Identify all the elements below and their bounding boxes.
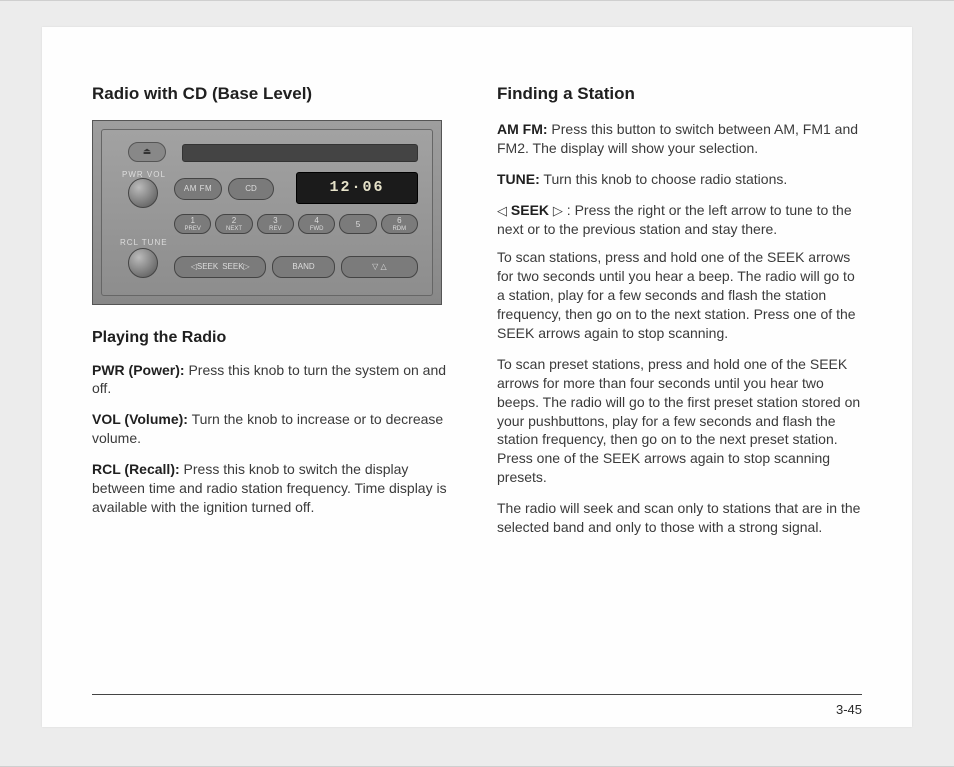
page-number: 3-45 [836,702,862,717]
tune-paragraph: TUNE: Turn this knob to choose radio sta… [497,170,862,189]
preset-row: 1PREV 2NEXT 3REV 4FWD 5 6RDM [174,214,418,234]
vol-paragraph: VOL (Volume): Turn the knob to increase … [92,410,457,448]
amfm-label: AM FM: [497,121,548,137]
rcl-tune-knob [128,248,158,278]
bottom-row: ◁SEEKSEEK▷ BAND ▽ △ [174,256,418,278]
preset-3: 3REV [257,214,294,234]
clock-display: 12·06 [296,172,418,204]
vol-label: VOL (Volume): [92,411,188,427]
scan-paragraph: To scan stations, press and hold one of … [497,248,862,342]
left-arrow-icon: ◁ [497,203,507,218]
document-page: Radio with CD (Base Level) ⏏ PWR VOL AM … [0,0,954,767]
band-button: BAND [272,256,334,278]
columns: Radio with CD (Base Level) ⏏ PWR VOL AM … [92,83,862,549]
power-volume-knob [128,178,158,208]
eject-icon: ⏏ [128,142,166,162]
right-column: Finding a Station AM FM: Press this butt… [497,83,862,549]
pwr-label: PWR (Power): [92,362,185,378]
cd-button: CD [228,178,274,200]
left-column: Radio with CD (Base Level) ⏏ PWR VOL AM … [92,83,457,549]
radio-face: ⏏ PWR VOL AM FM CD 12·06 1PREV 2NEXT 3RE… [101,129,433,296]
seek-paragraph: ◁ SEEK ▷ : Press the right or the left a… [497,201,862,239]
section-title-finding: Finding a Station [497,83,862,106]
preset-5: 5 [339,214,376,234]
seek-label: SEEK [511,202,549,218]
signal-paragraph: The radio will seek and scan only to sta… [497,499,862,537]
pwr-paragraph: PWR (Power): Press this knob to turn the… [92,361,457,399]
amfm-text: Press this button to switch between AM, … [497,121,858,156]
arrows-button: ▽ △ [341,256,418,278]
footer-rule [92,694,862,695]
tune-label: TUNE: [497,171,540,187]
cd-slot [182,144,418,162]
seek-button: ◁SEEKSEEK▷ [174,256,266,278]
seek-tail: : Press the right or the left arrow to t… [497,202,852,237]
preset-scan-paragraph: To scan preset stations, press and hold … [497,355,862,487]
radio-illustration: ⏏ PWR VOL AM FM CD 12·06 1PREV 2NEXT 3RE… [92,120,442,305]
tune-text: Turn this knob to choose radio stations. [540,171,787,187]
right-arrow-icon: ▷ [553,203,563,218]
rcl-paragraph: RCL (Recall): Press this knob to switch … [92,460,457,517]
page-content: Radio with CD (Base Level) ⏏ PWR VOL AM … [42,27,912,727]
amfm-paragraph: AM FM: Press this button to switch betwe… [497,120,862,158]
preset-2: 2NEXT [215,214,252,234]
preset-4: 4FWD [298,214,335,234]
section-title-playing: Playing the Radio [92,327,457,349]
section-title-radio-cd: Radio with CD (Base Level) [92,83,457,106]
preset-6: 6RDM [381,214,418,234]
am-fm-button: AM FM [174,178,222,200]
preset-1: 1PREV [174,214,211,234]
rcl-label: RCL (Recall): [92,461,180,477]
